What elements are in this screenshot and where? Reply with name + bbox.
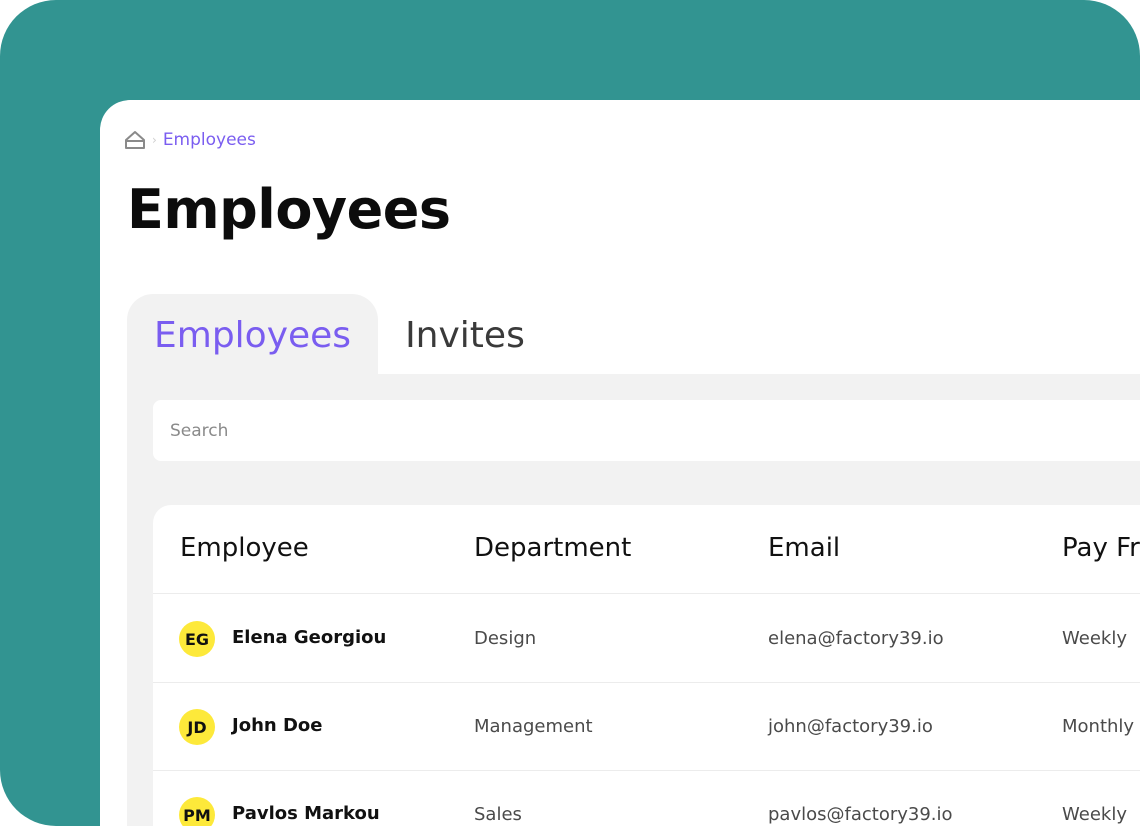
tab-employees[interactable]: Employees <box>127 294 379 376</box>
table-row[interactable]: JD John Doe Management john@factory39.io… <box>153 682 1140 771</box>
department-cell: Sales <box>474 804 522 825</box>
employee-name: Elena Georgiou <box>232 627 387 648</box>
column-header-email[interactable]: Email <box>768 533 840 563</box>
avatar: EG <box>179 621 215 657</box>
email-cell: pavlos@factory39.io <box>768 804 953 825</box>
pay-frequency-cell: Weekly <box>1062 628 1127 649</box>
tab-panel: Employee Department Email Pay Fr EG Elen… <box>127 374 1140 826</box>
app-window: › Employees Employees Employees Invites … <box>100 100 1140 826</box>
employee-name: John Doe <box>232 715 323 736</box>
tab-bar: Employees Invites <box>127 294 552 376</box>
avatar: JD <box>179 709 215 745</box>
tab-invites[interactable]: Invites <box>378 294 552 376</box>
table-row[interactable]: EG Elena Georgiou Design elena@factory39… <box>153 594 1140 683</box>
breadcrumb-current[interactable]: Employees <box>163 130 256 150</box>
column-header-pay-frequency[interactable]: Pay Fr <box>1062 533 1140 563</box>
column-header-department[interactable]: Department <box>474 533 631 563</box>
table-header: Employee Department Email Pay Fr <box>153 505 1140 594</box>
app-frame: › Employees Employees Employees Invites … <box>0 0 1140 826</box>
email-cell: elena@factory39.io <box>768 628 944 649</box>
breadcrumb: › Employees <box>124 128 256 152</box>
employee-name: Pavlos Markou <box>232 803 380 824</box>
table-row[interactable]: PM Pavlos Markou Sales pavlos@factory39.… <box>153 770 1140 826</box>
page-title: Employees <box>127 178 451 241</box>
department-cell: Management <box>474 716 593 737</box>
pay-frequency-cell: Weekly <box>1062 804 1127 825</box>
column-header-employee[interactable]: Employee <box>180 533 309 563</box>
breadcrumb-separator-icon: › <box>152 133 157 147</box>
avatar: PM <box>179 797 215 826</box>
department-cell: Design <box>474 628 537 649</box>
home-icon[interactable] <box>124 129 146 151</box>
email-cell: john@factory39.io <box>768 716 933 737</box>
pay-frequency-cell: Monthly <box>1062 716 1135 737</box>
search-input[interactable] <box>153 400 1140 461</box>
employees-table: Employee Department Email Pay Fr EG Elen… <box>153 505 1140 826</box>
